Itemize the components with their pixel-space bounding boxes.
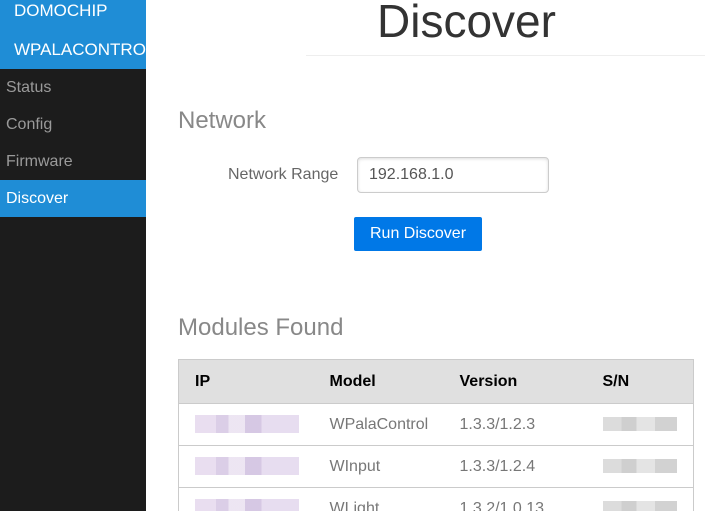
sidebar-item-discover[interactable]: Discover <box>0 180 146 217</box>
table-row[interactable]: WPalaControl 1.3.3/1.2.3 <box>178 403 694 446</box>
column-header-model: Model <box>313 359 444 404</box>
table-row[interactable]: WInput 1.3.3/1.2.4 <box>178 445 694 488</box>
sn-cell <box>590 403 694 446</box>
sidebar-item-config[interactable]: Config <box>0 106 146 143</box>
redacted-ip <box>195 499 299 511</box>
sn-cell <box>590 445 694 488</box>
brand-block[interactable]: DOMOCHIP WPALACONTRO <box>0 0 146 69</box>
page-header: Discover <box>146 0 705 56</box>
ip-cell[interactable] <box>178 403 314 446</box>
redacted-sn <box>602 459 677 474</box>
ip-cell[interactable] <box>178 445 314 488</box>
brand-subtitle[interactable]: WPALACONTRO <box>14 40 146 60</box>
version-cell: 1.3.3/1.2.4 <box>443 445 591 488</box>
redacted-ip <box>195 457 299 476</box>
run-discover-button[interactable]: Run Discover <box>354 217 482 251</box>
page-title: Discover <box>377 0 556 47</box>
modules-table: IP Model Version S/N WPalaControl 1.3.3/… <box>178 359 694 511</box>
version-cell: 1.3.2/1.0.13 <box>443 487 591 511</box>
ip-cell[interactable] <box>178 487 314 511</box>
network-section-title: Network <box>178 107 267 134</box>
brand-title[interactable]: DOMOCHIP <box>14 1 108 21</box>
header-divider <box>306 55 705 56</box>
redacted-sn <box>602 501 677 511</box>
model-cell: WInput <box>313 445 444 488</box>
model-cell: WLight <box>313 487 444 511</box>
modules-section-title: Modules Found <box>178 314 344 341</box>
network-range-label: Network Range <box>228 166 339 183</box>
table-row[interactable]: WLight 1.3.2/1.0.13 <box>178 487 694 511</box>
network-range-input[interactable] <box>357 157 549 193</box>
sn-cell <box>590 487 694 511</box>
sidebar-menu: Status Config Firmware Discover <box>0 69 146 217</box>
redacted-sn <box>602 417 677 432</box>
column-header-ip: IP <box>178 359 314 404</box>
model-cell: WPalaControl <box>313 403 444 446</box>
column-header-version: Version <box>443 359 591 404</box>
sidebar: DOMOCHIP WPALACONTRO Status Config Firmw… <box>0 0 146 511</box>
version-cell: 1.3.3/1.2.3 <box>443 403 591 446</box>
column-header-sn: S/N <box>590 359 694 404</box>
redacted-ip <box>195 415 299 434</box>
table-header-row: IP Model Version S/N <box>178 359 694 404</box>
sidebar-item-firmware[interactable]: Firmware <box>0 143 146 180</box>
sidebar-item-status[interactable]: Status <box>0 69 146 106</box>
